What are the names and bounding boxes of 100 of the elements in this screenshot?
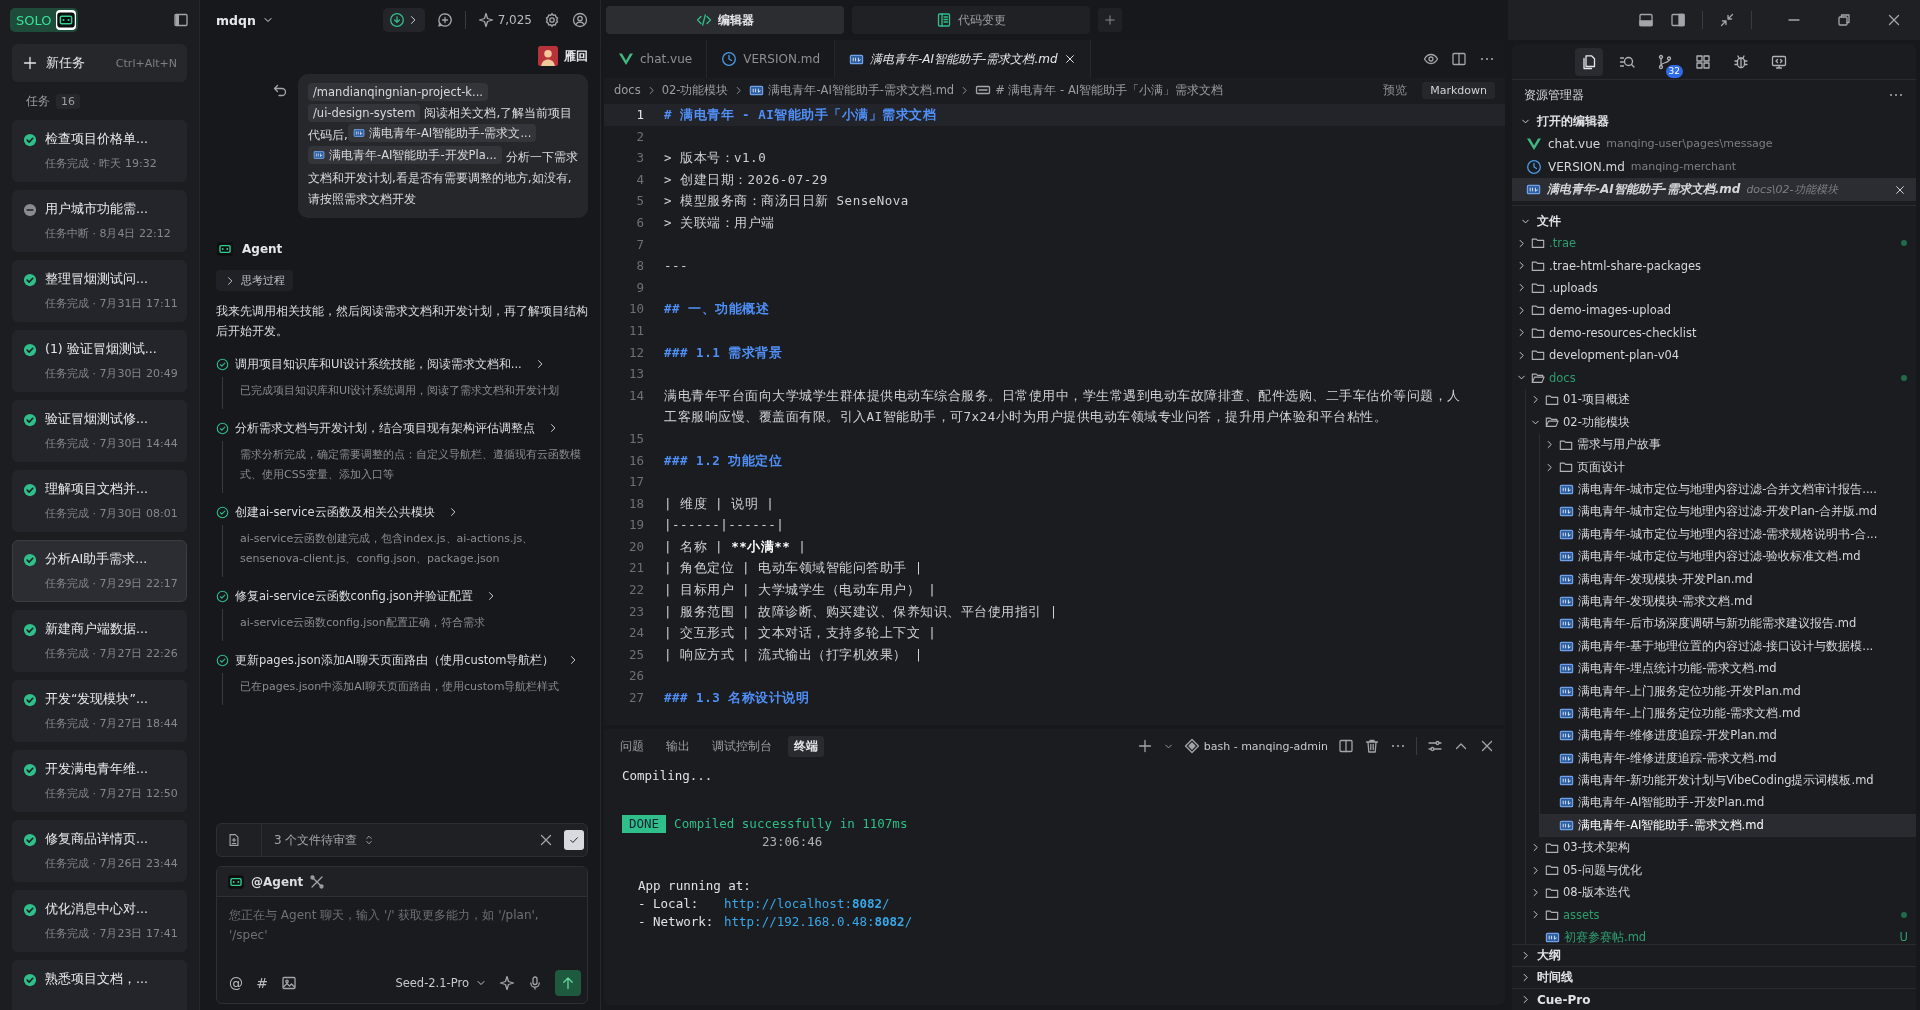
split-editor-icon[interactable] xyxy=(1451,51,1467,67)
task-card[interactable]: 开发“发现模块”... 任务完成 · 7月27日 18:44 xyxy=(12,680,187,742)
file-item[interactable]: 初赛参赛帖.md U xyxy=(1526,926,1916,944)
path-chip[interactable]: /mandianqingnian-project-k... xyxy=(308,83,488,101)
file-item[interactable]: 满电青年-埋点统计功能-需求文档.md xyxy=(1540,657,1916,680)
new-task-button[interactable]: 新任务 Ctrl+Alt+N xyxy=(12,44,187,82)
file-item[interactable]: 满电青年-基于地理位置的内容过滤-接口设计与数据模... xyxy=(1540,635,1916,658)
close-icon[interactable] xyxy=(1894,183,1906,196)
task-card[interactable]: 优化消息中心对... 任务完成 · 7月23日 17:41 xyxy=(12,890,187,952)
chat-composer[interactable]: @Agent 您正在与 Agent 聊天，输入 '/' 获取更多能力，如 '/plan', '/spec' @ # Seed-2.1-Pro xyxy=(216,866,588,1004)
folder-item[interactable]: development-plan-v04 xyxy=(1512,343,1916,367)
url-link[interactable]: http://localhost:8082/ xyxy=(724,896,890,911)
step-title[interactable]: 更新pages.json添加AI聊天页面路由（使用custom导航栏） xyxy=(235,652,555,668)
settings-icon[interactable] xyxy=(544,12,560,28)
toggle-panel-icon[interactable] xyxy=(1638,12,1654,28)
folder-item[interactable]: demo-images-upload xyxy=(1512,299,1916,322)
model-selector[interactable]: Seed-2.1-Pro xyxy=(395,976,487,990)
path-chip[interactable]: /ui-design-system xyxy=(308,104,421,122)
accept-button[interactable] xyxy=(564,830,584,850)
section-header[interactable]: 文件 xyxy=(1512,210,1916,232)
thinking-toggle[interactable]: 思考过程 xyxy=(216,270,293,291)
section-header[interactable]: Cue-Pro xyxy=(1512,988,1916,1010)
task-card[interactable]: 修复商品详情页... 任务完成 · 7月26日 23:44 xyxy=(12,820,187,882)
close-icon[interactable] xyxy=(538,832,554,848)
microphone-icon[interactable] xyxy=(527,975,543,991)
breadcrumb-item[interactable]: docs xyxy=(614,83,641,97)
file-item[interactable]: 满电青年-AI智能助手-需求文档.md xyxy=(1540,814,1916,837)
collapse-icon[interactable] xyxy=(1719,12,1735,28)
close-icon[interactable] xyxy=(1063,53,1076,65)
folder-item[interactable]: 02-功能模块 xyxy=(1526,411,1916,434)
preview-icon[interactable] xyxy=(1423,51,1439,67)
file-item[interactable]: 满电青年-维修进度追踪-开发Plan.md xyxy=(1540,724,1916,747)
panel-tab[interactable]: 问题 xyxy=(614,735,650,757)
folder-item[interactable]: 08-版本迭代 xyxy=(1526,881,1916,904)
account-icon[interactable] xyxy=(572,12,588,28)
folder-item[interactable]: 页面设计 xyxy=(1540,455,1916,479)
task-card[interactable]: 整理冒烟测试问... 任务完成 · 7月31日 17:11 xyxy=(12,260,187,322)
sparkle-icon[interactable] xyxy=(499,975,515,991)
insert-button[interactable]: @ xyxy=(229,975,243,991)
split-terminal-icon[interactable] xyxy=(1338,738,1354,754)
section-header[interactable]: 时间线 xyxy=(1512,966,1916,988)
restore-icon[interactable] xyxy=(1836,12,1852,28)
folder-item[interactable]: demo-resources-checklist xyxy=(1512,321,1916,344)
task-card[interactable]: 用户城市功能需... 任务中断 · 8月4日 22:12 xyxy=(12,190,187,252)
step-title[interactable]: 分析需求文档与开发计划，结合项目现有架构评估调整点 xyxy=(235,420,535,436)
trash-icon[interactable] xyxy=(1364,738,1380,754)
tools-icon[interactable] xyxy=(309,873,326,890)
file-item[interactable]: 满电青年-后市场深度调研与新功能需求建议报告.md xyxy=(1540,612,1916,636)
language-button[interactable]: Markdown xyxy=(1422,81,1495,99)
close-icon[interactable] xyxy=(1479,738,1495,754)
file-tab[interactable]: chat.vue xyxy=(604,40,708,78)
preview-button[interactable]: 预览 xyxy=(1383,82,1408,98)
open-editor-item[interactable]: chat.vue manqing-user\pages\message xyxy=(1512,132,1916,155)
task-card[interactable]: 验证冒烟测试修... 任务完成 · 7月30日 14:44 xyxy=(12,400,187,462)
task-card[interactable]: 分析AI助手需求... 任务完成 · 7月29日 22:17 xyxy=(12,540,187,602)
extensions-icon[interactable] xyxy=(1695,53,1711,70)
panel-tab[interactable]: 输出 xyxy=(660,735,696,757)
folder-item[interactable]: 需求与用户故事 xyxy=(1540,433,1916,456)
new-chat-icon[interactable] xyxy=(436,12,453,28)
file-chip[interactable]: 满电青年-AI智能助手-开发Pla... xyxy=(308,146,502,164)
folder-item[interactable]: 01-项目概述 xyxy=(1526,388,1916,412)
remote-icon[interactable] xyxy=(1771,53,1787,70)
section-header[interactable]: 大纲 xyxy=(1512,944,1916,966)
send-button[interactable] xyxy=(555,970,581,996)
step-title[interactable]: 修复ai-service云函数config.json并验证配置 xyxy=(235,588,473,604)
project-selector[interactable]: mdqn xyxy=(216,12,274,28)
task-card[interactable]: 新建商户端数据... 任务完成 · 7月27日 22:26 xyxy=(12,610,187,672)
file-item[interactable]: 满电青年-新功能开发计划与VibeCoding提示词模板.md xyxy=(1540,769,1916,792)
file-item[interactable]: 满电青年-AI智能助手-开发Plan.md xyxy=(1540,791,1916,815)
view-tab[interactable]: 代码变更 xyxy=(852,6,1090,34)
file-item[interactable]: 满电青年-城市定位与地理内容过滤-验收标准文档.md xyxy=(1540,545,1916,568)
file-item[interactable]: 满电青年-城市定位与地理内容过滤-需求规格说明书-合... xyxy=(1540,523,1916,546)
terminal-selector[interactable]: bash - manqing-admin xyxy=(1183,738,1328,754)
debug-icon[interactable] xyxy=(1733,53,1749,70)
sliders-icon[interactable] xyxy=(1427,738,1443,754)
folder-item[interactable]: docs xyxy=(1512,366,1916,389)
task-card[interactable]: 检查项目价格单... 任务完成 · 昨天 19:32 xyxy=(12,120,187,182)
url-link[interactable]: http://192.168.0.48:8082/ xyxy=(724,914,913,929)
sidebar-toggle-icon[interactable] xyxy=(173,12,189,28)
task-card[interactable]: (1) 验证冒烟测试... 任务完成 · 7月30日 20:49 xyxy=(12,330,187,392)
folder-item[interactable]: .uploads xyxy=(1512,276,1916,300)
close-icon[interactable] xyxy=(1886,12,1902,28)
folder-item[interactable]: 05-问题与优化 xyxy=(1526,858,1916,882)
files-icon[interactable] xyxy=(1581,53,1597,70)
file-chip[interactable]: 满电青年-AI智能助手-需求文... xyxy=(347,124,537,142)
section-header[interactable]: 打开的编辑器 xyxy=(1512,110,1916,132)
file-item[interactable]: 满电青年-发现模块-需求文档.md xyxy=(1540,590,1916,613)
new-terminal-icon[interactable] xyxy=(1136,738,1153,754)
step-title[interactable]: 创建ai-service云函数及相关公共模块 xyxy=(235,504,435,520)
open-editor-item[interactable]: 满电青年-AI智能助手-需求文档.md docs\02-功能模块 xyxy=(1512,178,1916,201)
breadcrumb-item[interactable]: # 满电青年 - AI智能助手「小满」需求文档 xyxy=(975,82,1224,98)
task-card[interactable]: 理解项目文档并... 任务完成 · 7月30日 08:01 xyxy=(12,470,187,532)
file-item[interactable]: 满电青年-城市定位与地理内容过滤-合并文档审计报告.... xyxy=(1540,478,1916,501)
insert-button[interactable]: # xyxy=(255,975,269,991)
file-item[interactable]: 满电青年-上门服务定位功能-需求文档.md xyxy=(1540,702,1916,725)
panel-tab[interactable]: 调试控制台 xyxy=(706,735,778,757)
step-title[interactable]: 调用项目知识库和UI设计系统技能，阅读需求文档和... xyxy=(235,356,522,372)
image-icon[interactable] xyxy=(281,975,297,991)
file-item[interactable]: 满电青年-发现模块-开发Plan.md xyxy=(1540,567,1916,591)
open-editor-item[interactable]: VERSION.md manqing-merchant xyxy=(1512,155,1916,178)
